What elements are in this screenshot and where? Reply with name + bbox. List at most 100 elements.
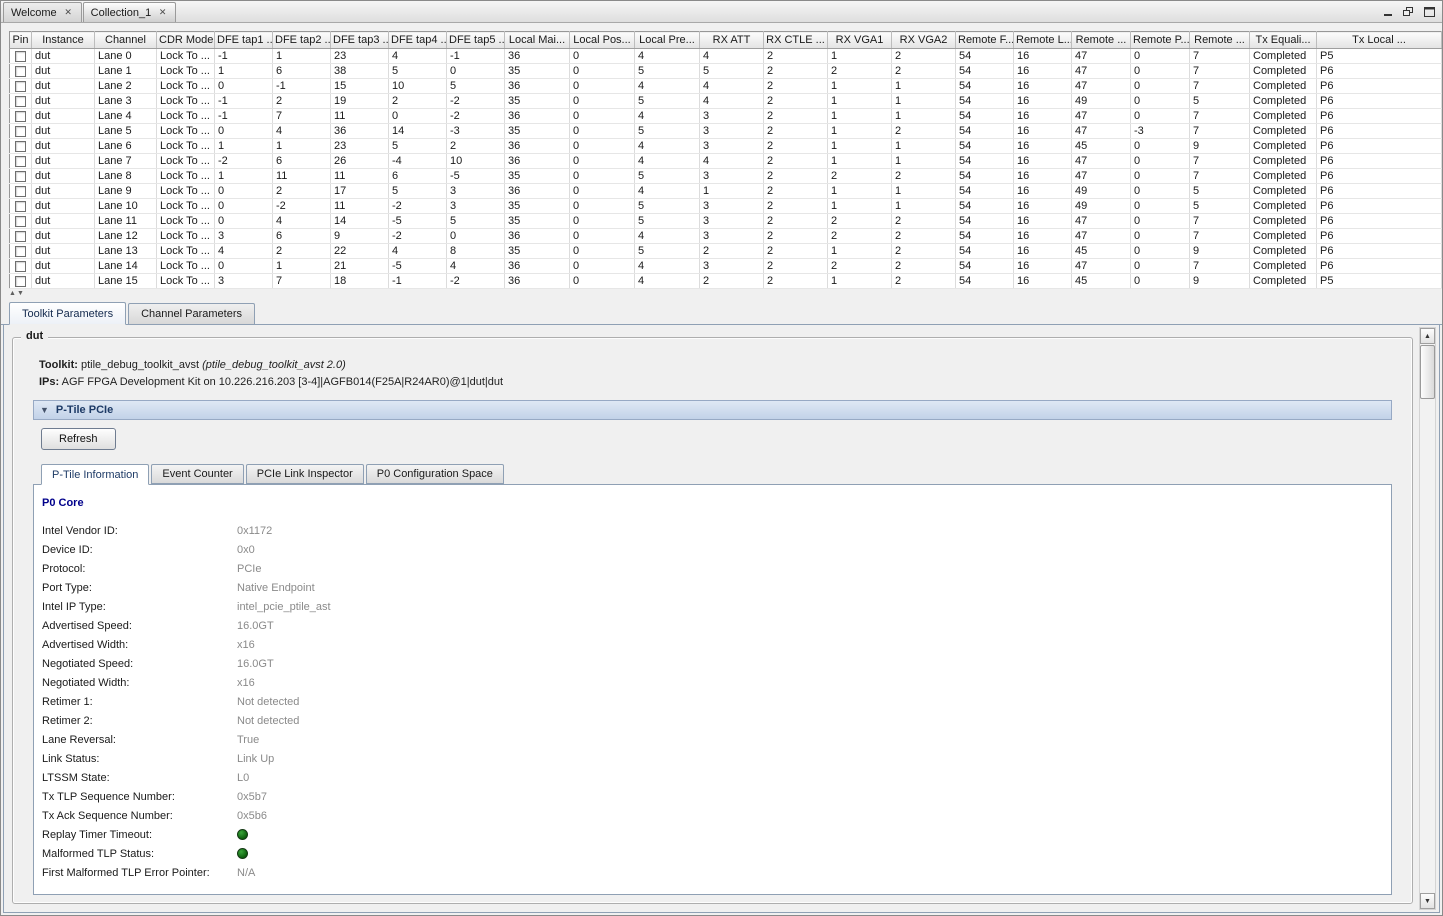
- pin-checkbox[interactable]: [15, 96, 26, 107]
- table-row[interactable]: dutLane 11Lock To ...0414-55350532225416…: [10, 214, 1442, 229]
- column-header-5[interactable]: DFE tap2 ..: [273, 32, 331, 49]
- cell: 7: [1190, 169, 1250, 184]
- column-header-11[interactable]: Local Pre...: [635, 32, 700, 49]
- column-header-10[interactable]: Local Pos...: [570, 32, 635, 49]
- editor-tab-welcome[interactable]: Welcome✕: [3, 2, 82, 22]
- pin-cell: [10, 139, 32, 154]
- pin-checkbox[interactable]: [15, 261, 26, 272]
- pane-splitter[interactable]: ▲▼: [1, 289, 1442, 302]
- cell: 1: [215, 169, 273, 184]
- pin-checkbox[interactable]: [15, 51, 26, 62]
- column-header-12[interactable]: RX ATT: [700, 32, 764, 49]
- cell: 0: [1131, 199, 1190, 214]
- cell: 11: [273, 169, 331, 184]
- pin-checkbox[interactable]: [15, 141, 26, 152]
- pin-checkbox[interactable]: [15, 81, 26, 92]
- column-header-2[interactable]: Channel: [95, 32, 157, 49]
- column-header-13[interactable]: RX CTLE ...: [764, 32, 828, 49]
- column-header-15[interactable]: RX VGA2: [892, 32, 956, 49]
- scrollbar-thumb[interactable]: [1420, 345, 1435, 399]
- minimize-icon[interactable]: [1380, 5, 1395, 18]
- cell: P6: [1317, 184, 1442, 199]
- table-row[interactable]: dutLane 4Lock To ...-17110-2360432115416…: [10, 109, 1442, 124]
- cell: Completed: [1250, 184, 1317, 199]
- cell: 2: [447, 139, 505, 154]
- cell: Lock To ...: [157, 154, 215, 169]
- table-row[interactable]: dutLane 15Lock To ...3718-1-236042212541…: [10, 274, 1442, 289]
- table-row[interactable]: dutLane 9Lock To ...02175336041211541649…: [10, 184, 1442, 199]
- collapse-arrow-icon[interactable]: ▼: [40, 405, 49, 415]
- restore-icon[interactable]: [1401, 5, 1416, 18]
- column-header-9[interactable]: Local Mai...: [505, 32, 570, 49]
- cell: 49: [1072, 184, 1131, 199]
- pin-checkbox[interactable]: [15, 126, 26, 137]
- scroll-down-icon[interactable]: ▼: [1420, 893, 1435, 909]
- pin-checkbox[interactable]: [15, 156, 26, 167]
- column-header-20[interactable]: Remote ...: [1190, 32, 1250, 49]
- tab-channel-parameters[interactable]: Channel Parameters: [128, 303, 255, 324]
- scrollbar-track[interactable]: [1420, 344, 1435, 893]
- column-header-1[interactable]: Instance: [32, 32, 95, 49]
- tab-pcie-link-inspector[interactable]: PCIe Link Inspector: [246, 464, 364, 484]
- tab-toolkit-parameters[interactable]: Toolkit Parameters: [9, 302, 126, 325]
- cell: 1: [828, 79, 892, 94]
- column-header-19[interactable]: Remote P...: [1131, 32, 1190, 49]
- table-row[interactable]: dutLane 10Lock To ...0-211-2335053211541…: [10, 199, 1442, 214]
- column-header-7[interactable]: DFE tap4 ..: [389, 32, 447, 49]
- table-row[interactable]: dutLane 3Lock To ...-12192-2350542115416…: [10, 94, 1442, 109]
- editor-tab-collection_1[interactable]: Collection_1✕: [83, 2, 177, 22]
- column-header-0[interactable]: Pin: [10, 32, 32, 49]
- pin-checkbox[interactable]: [15, 276, 26, 287]
- column-header-3[interactable]: CDR Mode: [157, 32, 215, 49]
- pin-checkbox[interactable]: [15, 246, 26, 257]
- refresh-button[interactable]: Refresh: [41, 428, 116, 450]
- column-header-17[interactable]: Remote L...: [1014, 32, 1072, 49]
- cell: 54: [956, 244, 1014, 259]
- maximize-icon[interactable]: [1422, 5, 1437, 18]
- column-header-18[interactable]: Remote ...: [1072, 32, 1131, 49]
- tab-event-counter[interactable]: Event Counter: [151, 464, 243, 484]
- pin-checkbox[interactable]: [15, 201, 26, 212]
- pin-checkbox[interactable]: [15, 66, 26, 77]
- column-header-16[interactable]: Remote F...: [956, 32, 1014, 49]
- ptile-pcie-section-header[interactable]: ▼ P-Tile PCIe: [33, 400, 1392, 420]
- table-row[interactable]: dutLane 8Lock To ...111116-5350532225416…: [10, 169, 1442, 184]
- pin-checkbox[interactable]: [15, 111, 26, 122]
- cell: 47: [1072, 259, 1131, 274]
- table-row[interactable]: dutLane 2Lock To ...0-115105360442115416…: [10, 79, 1442, 94]
- cell: -4: [389, 154, 447, 169]
- cell: 4: [635, 259, 700, 274]
- column-header-21[interactable]: Tx Equali...: [1250, 32, 1317, 49]
- pin-checkbox[interactable]: [15, 186, 26, 197]
- cell: dut: [32, 154, 95, 169]
- field-label: Protocol:: [42, 563, 237, 575]
- column-header-4[interactable]: DFE tap1 ..: [215, 32, 273, 49]
- field-row: Intel Vendor ID:0x1172: [42, 521, 1391, 540]
- cell: Lane 12: [95, 229, 157, 244]
- column-header-6[interactable]: DFE tap3 ..: [331, 32, 389, 49]
- cell: 1: [215, 139, 273, 154]
- vertical-scrollbar[interactable]: ▲ ▼: [1419, 327, 1436, 910]
- column-header-8[interactable]: DFE tap5 ..: [447, 32, 505, 49]
- tab-close-icon[interactable]: ✕: [63, 7, 74, 18]
- column-header-22[interactable]: Tx Local ...: [1317, 32, 1442, 49]
- table-row[interactable]: dutLane 6Lock To ...11235236043211541645…: [10, 139, 1442, 154]
- table-row[interactable]: dutLane 7Lock To ...-2626-41036044211541…: [10, 154, 1442, 169]
- table-row[interactable]: dutLane 5Lock To ...043614-3350532125416…: [10, 124, 1442, 139]
- tab-p0-configuration-space[interactable]: P0 Configuration Space: [366, 464, 504, 484]
- splitter-collapse-icons[interactable]: ▲▼: [9, 290, 25, 297]
- pin-checkbox[interactable]: [15, 231, 26, 242]
- tab-p-tile-information[interactable]: P-Tile Information: [41, 464, 149, 485]
- table-row[interactable]: dutLane 12Lock To ...369-203604322254164…: [10, 229, 1442, 244]
- pin-checkbox[interactable]: [15, 171, 26, 182]
- table-row[interactable]: dutLane 1Lock To ...16385035055222541647…: [10, 64, 1442, 79]
- cell: 0: [570, 139, 635, 154]
- table-row[interactable]: dutLane 14Lock To ...0121-54360432225416…: [10, 259, 1442, 274]
- scroll-up-icon[interactable]: ▲: [1420, 328, 1435, 344]
- table-row[interactable]: dutLane 13Lock To ...4222483505221254164…: [10, 244, 1442, 259]
- cell: 16: [1014, 214, 1072, 229]
- tab-close-icon[interactable]: ✕: [157, 7, 168, 18]
- column-header-14[interactable]: RX VGA1: [828, 32, 892, 49]
- pin-checkbox[interactable]: [15, 216, 26, 227]
- table-row[interactable]: dutLane 0Lock To ...-11234-1360442125416…: [10, 49, 1442, 64]
